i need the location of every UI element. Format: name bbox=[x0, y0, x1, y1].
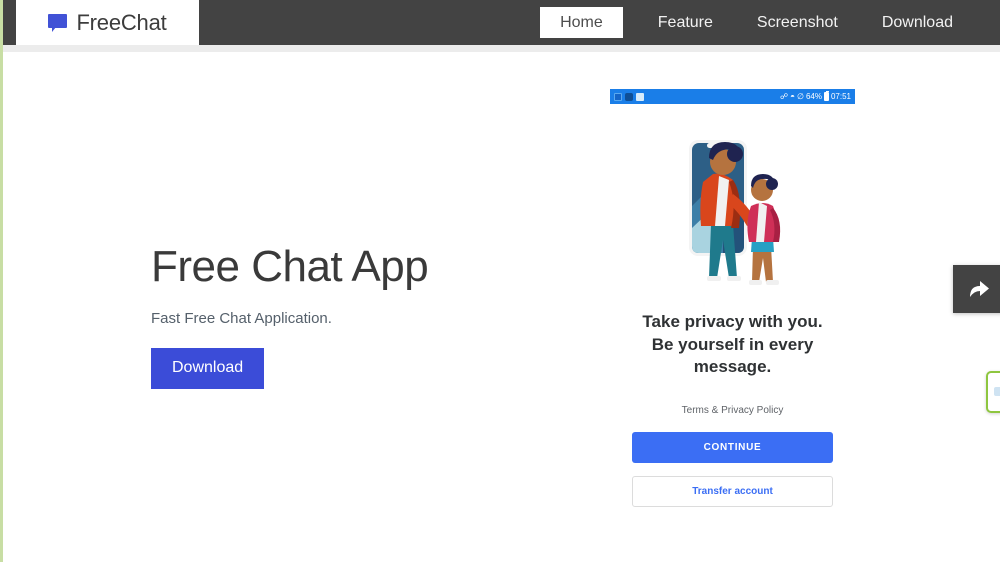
battery-icon bbox=[823, 91, 829, 101]
share-button[interactable] bbox=[953, 265, 1000, 313]
headline-line-1: Take privacy with you. bbox=[642, 312, 823, 331]
do-not-disturb-icon: ∅ bbox=[796, 91, 804, 101]
chat-bubble-icon bbox=[48, 14, 68, 32]
side-panel-peek-bar bbox=[994, 387, 1000, 396]
nav-item-feature[interactable]: Feature bbox=[636, 0, 735, 45]
screenshot-body: Take privacy with you. Be yourself in ev… bbox=[610, 104, 855, 521]
top-navbar: FreeChat Home Feature Screenshot Downloa… bbox=[3, 0, 1000, 45]
screenshot-headline: Take privacy with you. Be yourself in ev… bbox=[626, 311, 839, 379]
page-title: Free Chat App bbox=[151, 242, 429, 291]
navbar-divider bbox=[3, 45, 1000, 52]
hero-section: Free Chat App Fast Free Chat Application… bbox=[151, 242, 551, 390]
image-icon bbox=[614, 92, 622, 101]
battery-percent-label: 64% bbox=[805, 91, 822, 101]
parent-and-child-with-phone-illustration bbox=[688, 140, 780, 285]
page-root: FreeChat Home Feature Screenshot Downloa… bbox=[0, 0, 1000, 562]
share-arrow-icon bbox=[970, 281, 989, 297]
headline-line-2: Be yourself in every bbox=[651, 334, 814, 354]
nav-item-home[interactable]: Home bbox=[540, 7, 623, 38]
continue-button[interactable]: CONTINUE bbox=[632, 431, 833, 463]
bluetooth-icon: ☍ bbox=[780, 91, 789, 101]
brand-name: FreeChat bbox=[76, 9, 167, 35]
headline-line-3: message. bbox=[693, 357, 772, 377]
puzzle-icon bbox=[625, 92, 633, 101]
terms-privacy-link[interactable]: Terms & Privacy Policy bbox=[626, 405, 839, 416]
nav-item-download[interactable]: Download bbox=[860, 0, 975, 45]
transfer-account-button[interactable]: Transfer account bbox=[632, 475, 833, 507]
nav-item-screenshot[interactable]: Screenshot bbox=[735, 0, 860, 45]
nav-menu: Home Feature Screenshot Download bbox=[540, 0, 1000, 45]
hero-subtitle: Fast Free Chat Application. bbox=[151, 310, 332, 328]
download-button[interactable]: Download bbox=[151, 348, 265, 390]
wifi-icon: ◓ bbox=[790, 91, 795, 101]
clock-label: 07:51 bbox=[830, 91, 851, 101]
illustration-wrapper bbox=[626, 128, 839, 293]
status-bar-left-icons bbox=[614, 92, 644, 101]
twitter-icon bbox=[636, 92, 644, 101]
brand-logo[interactable]: FreeChat bbox=[16, 0, 199, 45]
status-bar-right-icons: ☍ ◓ ∅ 64% 07:51 bbox=[780, 91, 851, 101]
phone-status-bar: ☍ ◓ ∅ 64% 07:51 bbox=[610, 89, 855, 104]
side-panel-peek[interactable] bbox=[986, 371, 1000, 413]
app-screenshot: ☍ ◓ ∅ 64% 07:51 Take privacy with you. B… bbox=[610, 89, 855, 521]
